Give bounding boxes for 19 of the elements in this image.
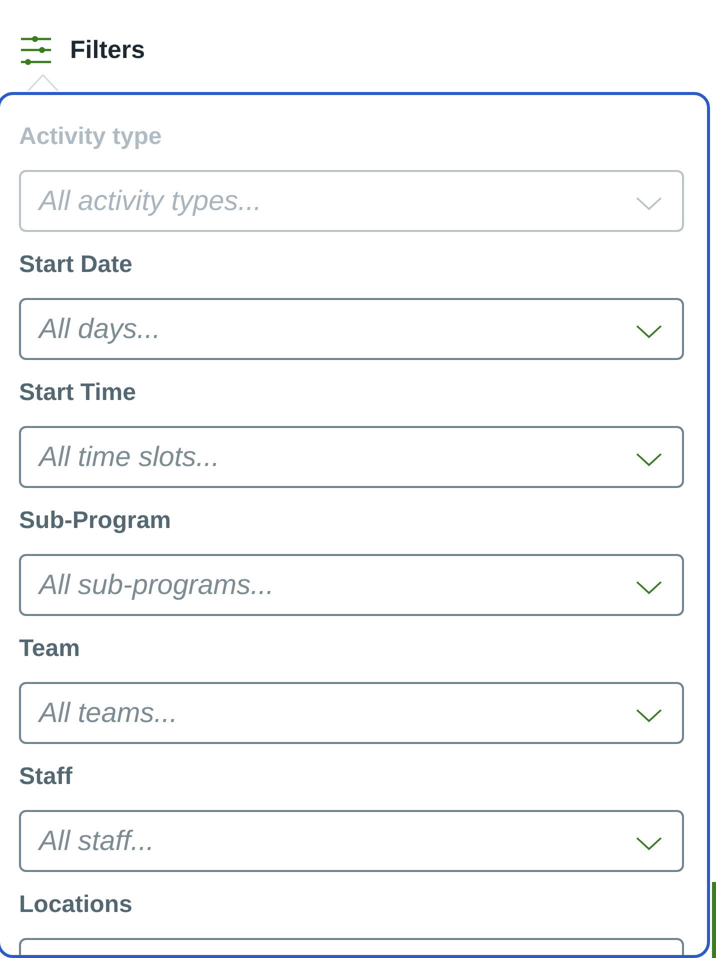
dropdown-field[interactable]: All days... <box>19 298 684 360</box>
filter-label: Team <box>19 634 81 664</box>
filter-label: Start Date <box>19 250 134 280</box>
filters-title: Filters <box>70 36 146 64</box>
dropdown-placeholder: All sub-programs... <box>39 569 274 601</box>
dropdown-field[interactable]: All sub-programs... <box>19 554 684 616</box>
dropdown-placeholder: All activity types... <box>39 185 262 217</box>
filter-label: Locations <box>19 890 134 920</box>
dropdown-field[interactable]: All staff... <box>19 810 684 872</box>
filter-label: Activity type <box>19 122 163 152</box>
dropdown-field[interactable]: All time slots... <box>19 426 684 488</box>
dropdown-placeholder: All time slots... <box>39 441 220 473</box>
dropdown-placeholder: All days... <box>39 313 160 345</box>
dropdown-field[interactable]: All teams... <box>19 682 684 744</box>
filter-label: Sub-Program <box>19 506 172 536</box>
filter-label: Staff <box>19 762 74 792</box>
dropdown-placeholder: All teams... <box>39 697 178 729</box>
filter-label: Start Time <box>19 378 137 408</box>
dropdown-placeholder: All staff... <box>39 825 154 857</box>
